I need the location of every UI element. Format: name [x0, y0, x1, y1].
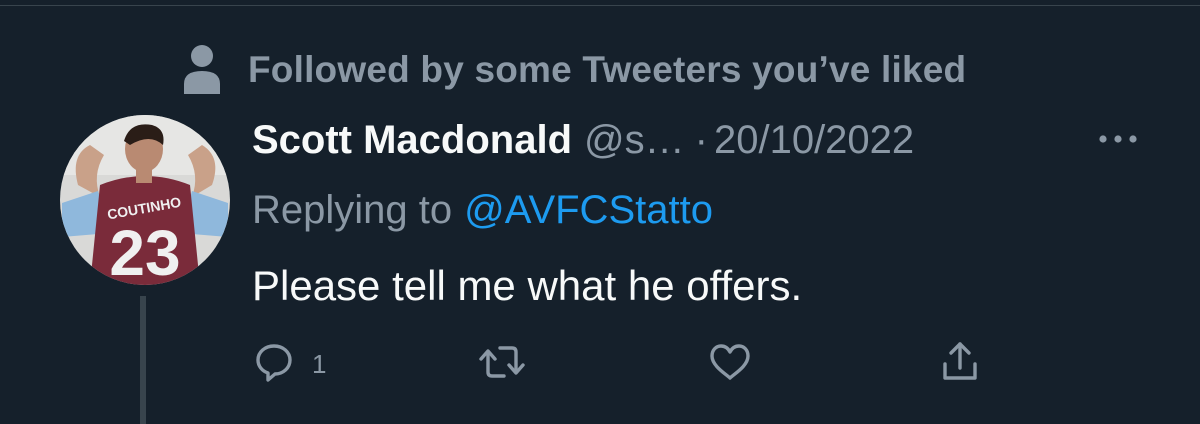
- share-button[interactable]: [940, 336, 980, 392]
- reply-context: Replying to @AVFCStatto: [252, 184, 713, 236]
- social-context: Followed by some Tweeters you’ve liked: [172, 42, 966, 98]
- thread-line: [140, 296, 146, 424]
- top-divider: [0, 0, 1200, 6]
- retweet-button[interactable]: [478, 336, 526, 392]
- more-horizontal-icon: [1098, 131, 1138, 149]
- retweet-icon: [478, 342, 526, 387]
- reply-button[interactable]: 1: [254, 336, 326, 392]
- person-icon: [172, 42, 232, 98]
- share-icon: [940, 340, 980, 389]
- like-button[interactable]: [708, 336, 752, 392]
- reply-icon: [254, 342, 294, 387]
- tweet-text: Please tell me what he offers.: [252, 262, 803, 309]
- reply-count: 1: [312, 348, 327, 379]
- author-name[interactable]: Scott Macdonald: [252, 118, 572, 163]
- separator-dot: ·: [694, 117, 708, 162]
- social-context-text: Followed by some Tweeters you’ve liked: [248, 49, 967, 90]
- avatar[interactable]: 23 COUTINHO: [60, 115, 230, 285]
- more-options-button[interactable]: [1096, 128, 1140, 152]
- tweet-timestamp[interactable]: 20/10/2022: [714, 118, 914, 163]
- author-handle[interactable]: @s…: [584, 118, 685, 163]
- tweet-header: Scott Macdonald @s… · 20/10/2022: [252, 112, 914, 168]
- tweet-actions: 1: [252, 336, 992, 392]
- reply-prefix: Replying to: [252, 187, 453, 232]
- tweet-screen: Followed by some Tweeters you’ve liked 2…: [0, 0, 1200, 424]
- reply-handle-link[interactable]: @AVFCStatto: [464, 188, 713, 233]
- avatar-jersey-number: 23: [109, 217, 180, 285]
- like-icon: [708, 342, 752, 387]
